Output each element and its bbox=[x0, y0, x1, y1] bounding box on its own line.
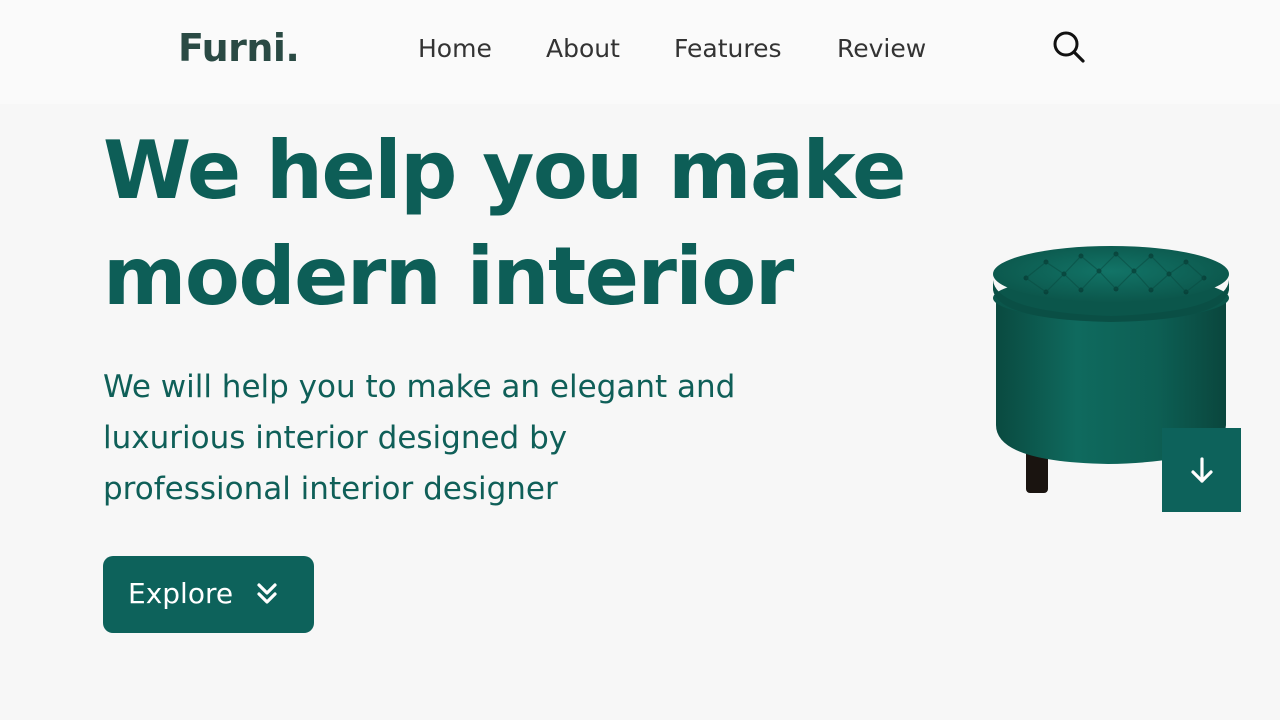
nav-features[interactable]: Features bbox=[674, 34, 782, 63]
explore-label: Explore bbox=[128, 577, 234, 610]
hero-subtitle-line-3: professional interior designer bbox=[103, 471, 558, 507]
search-icon bbox=[1053, 31, 1085, 63]
site-header: Furni. Home About Features Review bbox=[0, 0, 1280, 104]
explore-button[interactable]: Explore bbox=[103, 556, 314, 633]
logo[interactable]: Furni. bbox=[178, 26, 300, 70]
chevrons-down-icon bbox=[257, 583, 277, 604]
hero-subtitle: We will help you to make an elegant and … bbox=[103, 362, 803, 515]
nav-about[interactable]: About bbox=[546, 34, 620, 63]
hero-subtitle-line-2: luxurious interior designed by bbox=[103, 420, 568, 456]
nav-review[interactable]: Review bbox=[837, 34, 926, 63]
hero-title-line-1: We help you make bbox=[103, 124, 906, 217]
nav-home[interactable]: Home bbox=[418, 34, 492, 63]
search-button[interactable] bbox=[1050, 28, 1086, 64]
hero-title: We help you make modern interior bbox=[103, 118, 963, 330]
hero-title-line-2: modern interior bbox=[103, 230, 794, 323]
arrow-down-icon bbox=[1191, 457, 1213, 483]
scroll-down-button[interactable] bbox=[1162, 428, 1241, 512]
hero-subtitle-line-1: We will help you to make an elegant and bbox=[103, 369, 736, 405]
